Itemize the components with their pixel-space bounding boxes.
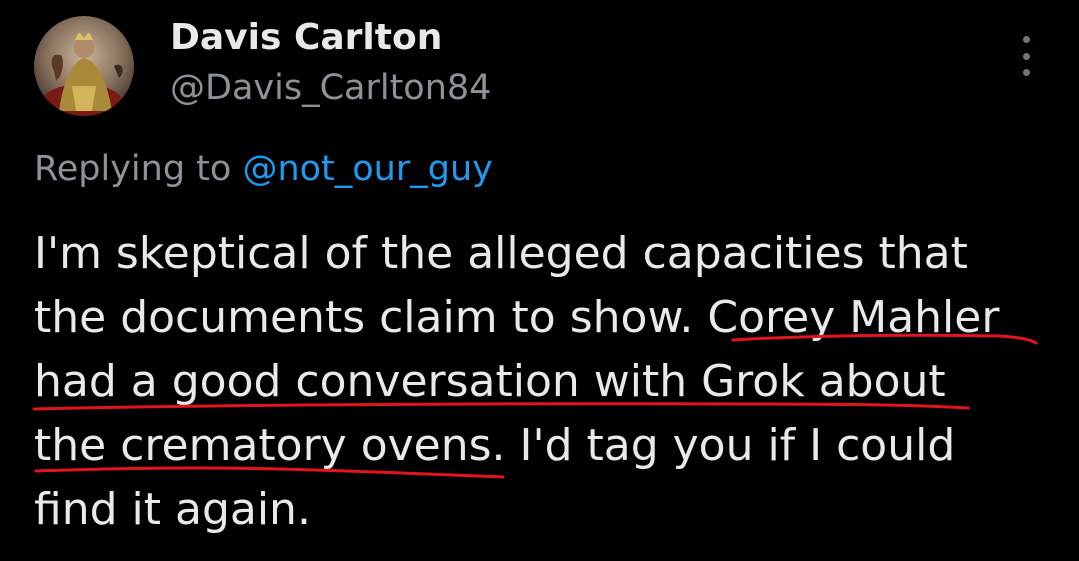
tweet-line: the documents claim to show. Corey Mahle… [34,292,1000,343]
author-display-name[interactable]: Davis Carlton [170,17,442,58]
avatar[interactable] [34,16,134,116]
replying-to-label: Replying to [34,149,243,189]
dot [1022,36,1030,43]
dot [1022,69,1030,76]
tweet-line: had a good conversation with Grok about [34,356,946,407]
author-handle[interactable]: @Davis_Carlton84 [170,68,491,108]
tweet-line: I'm skeptical of the alleged capacities … [34,228,968,279]
more-options-icon[interactable] [1012,36,1040,76]
reply-mention-link[interactable]: @not_our_guy [242,149,492,189]
dot [1022,52,1030,60]
replying-to: Replying to @not_our_guy [34,149,493,189]
tweet-text: I'm skeptical of the alleged capacities … [34,222,1054,542]
avatar-painting-icon [34,16,134,116]
tweet-line: the crematory ovens. I'd tag you if I co… [34,420,956,471]
tweet-line: find it again. [34,484,311,535]
